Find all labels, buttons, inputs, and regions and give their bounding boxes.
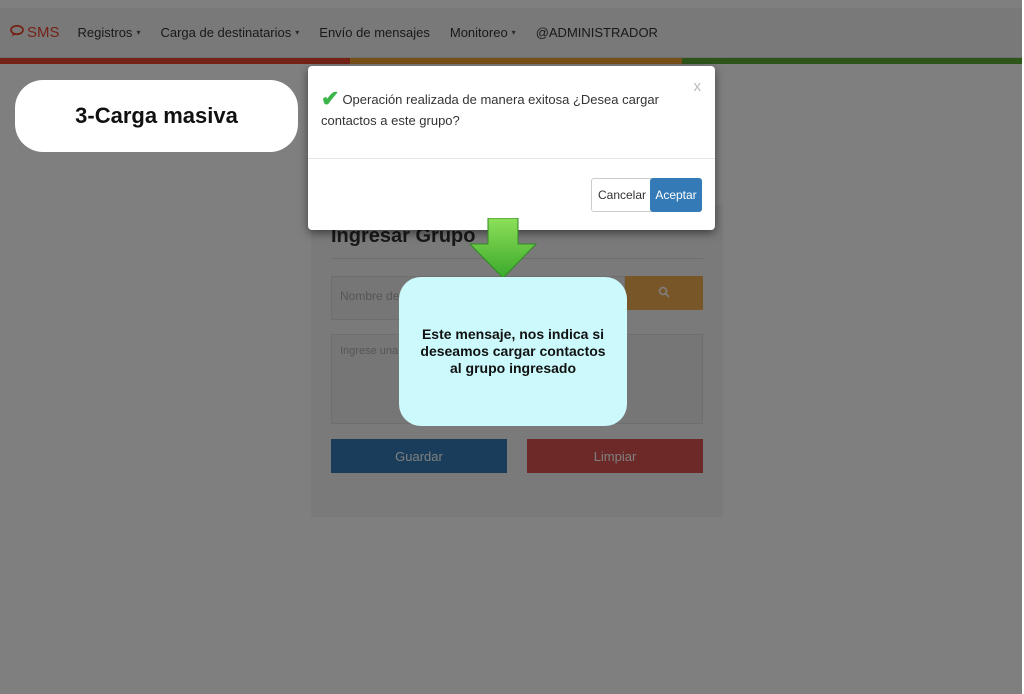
tutorial-step-label: 3-Carga masiva [15, 80, 298, 152]
modal-divider [308, 158, 715, 159]
modal-message: ✔ Operación realizada de manera exitosa ¿… [321, 88, 681, 131]
confirmation-modal: x ✔ Operación realizada de manera exitosa… [308, 66, 715, 230]
checkmark-icon: ✔ [321, 86, 340, 111]
arrow-down-icon [468, 217, 538, 285]
callout-text: Este mensaje, nos indica si deseamos car… [420, 326, 606, 376]
tutorial-callout: Este mensaje, nos indica si deseamos car… [399, 277, 627, 426]
close-icon[interactable]: x [694, 78, 702, 95]
accept-button[interactable]: Aceptar [650, 178, 702, 212]
modal-message-text: Operación realizada de manera exitosa ¿D… [321, 92, 659, 128]
cancel-button[interactable]: Cancelar [591, 178, 653, 212]
